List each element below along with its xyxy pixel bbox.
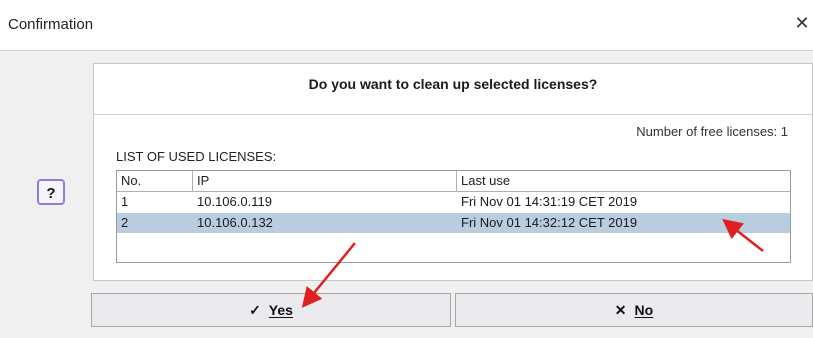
help-button[interactable]: ? bbox=[37, 179, 65, 205]
table-row[interactable]: 1 10.106.0.119 Fri Nov 01 14:31:19 CET 2… bbox=[117, 192, 790, 212]
row-last-use: Fri Nov 01 14:32:12 CET 2019 bbox=[461, 215, 638, 230]
row-no: 1 bbox=[121, 194, 129, 209]
row-last-use: Fri Nov 01 14:31:19 CET 2019 bbox=[461, 194, 638, 209]
table-row-selected[interactable]: 2 10.106.0.132 Fri Nov 01 14:32:12 CET 2… bbox=[117, 213, 790, 233]
divider bbox=[94, 114, 812, 115]
column-header-last-use[interactable]: Last use bbox=[457, 171, 790, 191]
title-bar: Confirmation ✕ bbox=[0, 0, 813, 51]
no-button-label: No bbox=[634, 302, 654, 318]
column-header-ip[interactable]: IP bbox=[193, 171, 457, 191]
column-header-no[interactable]: No. bbox=[117, 171, 193, 191]
table-header: No. IP Last use bbox=[117, 171, 790, 192]
close-icon: ✕ bbox=[614, 302, 627, 318]
row-no: 2 bbox=[121, 215, 129, 230]
confirmation-panel: Do you want to clean up selected license… bbox=[93, 63, 813, 281]
licenses-table[interactable]: No. IP Last use 1 10.106.0.119 Fri Nov 0… bbox=[116, 170, 791, 263]
row-ip: 10.106.0.119 bbox=[197, 194, 272, 209]
used-licenses-label: LIST OF USED LICENSES: bbox=[116, 149, 277, 164]
yes-button-label: Yes bbox=[268, 302, 293, 318]
no-button[interactable]: ✕ No bbox=[455, 293, 813, 327]
row-ip: 10.106.0.132 bbox=[197, 215, 273, 230]
yes-button[interactable]: ✓ Yes bbox=[91, 293, 451, 327]
free-licenses-count: Number of free licenses: 1 bbox=[636, 124, 788, 139]
close-icon[interactable]: ✕ bbox=[791, 8, 813, 38]
checkmark-icon: ✓ bbox=[249, 302, 261, 318]
confirmation-question: Do you want to clean up selected license… bbox=[308, 76, 598, 92]
window-title: Confirmation bbox=[8, 16, 94, 33]
